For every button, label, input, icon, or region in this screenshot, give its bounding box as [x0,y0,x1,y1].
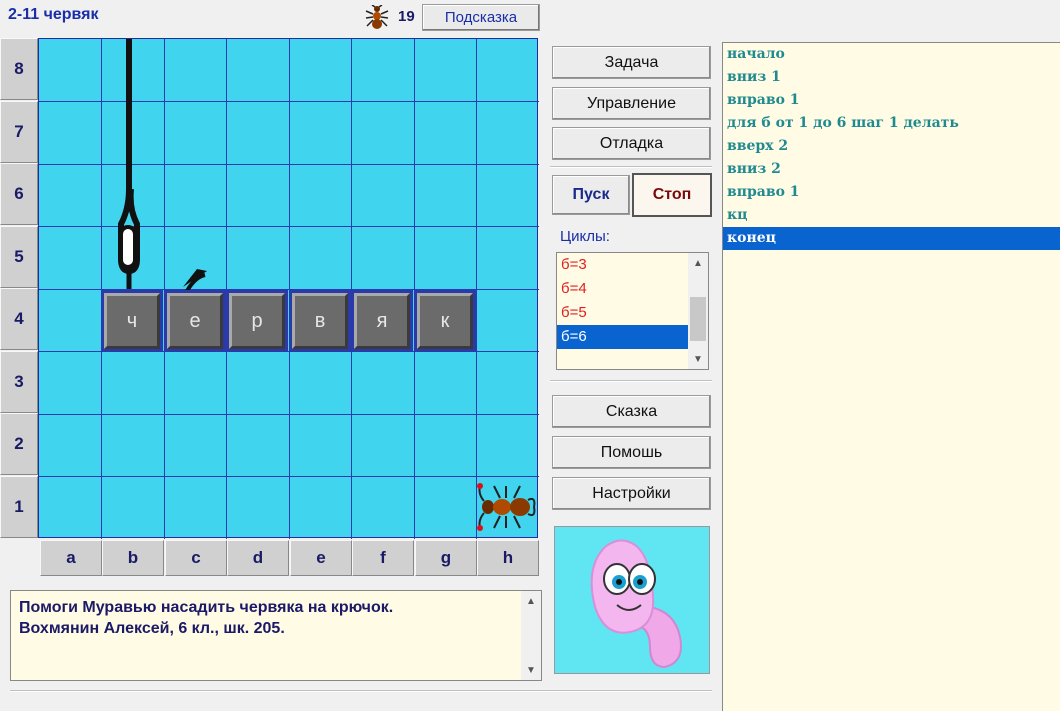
settings-button[interactable]: Настройки [552,477,711,510]
cycles-list[interactable]: б=3 б=4 б=5 б=6 ▲ ▼ [556,252,709,370]
debug-button[interactable]: Отладка [552,127,711,160]
col-label: a [40,540,102,576]
ant-icon [476,476,538,538]
code-line[interactable]: вправо 1 [723,89,1060,112]
board-grid[interactable]: ч е р в я к [38,38,539,539]
control-button[interactable]: Управление [552,87,711,120]
col-label: g [415,540,477,576]
code-line[interactable]: вверх 2 [723,135,1060,158]
scrollbar[interactable]: ▲ ▼ [521,591,541,680]
cycles-label: Циклы: [560,228,610,245]
code-line-selected[interactable]: конец [723,227,1060,250]
code-line[interactable]: начало [723,43,1060,66]
task-title: 2-11 червяк [8,6,99,23]
help-button[interactable]: Помошь [552,436,711,469]
row-label: 6 [0,163,38,225]
hint-button[interactable]: Подсказка [422,4,540,31]
scroll-up-icon[interactable]: ▲ [688,253,708,273]
row-label: 1 [0,476,38,538]
scroll-thumb[interactable] [690,297,706,341]
code-line[interactable]: вправо 1 [723,181,1060,204]
code-line[interactable]: вниз 1 [723,66,1060,89]
row-label: 2 [0,413,38,475]
description-text: Помоги Муравью насадить червяка на крючо… [19,599,394,637]
ant-icon [364,4,390,29]
letter-tile: к [414,290,476,352]
game-board: 8 7 6 5 4 3 2 1 a b c d e f g h ч е р в … [0,38,540,578]
list-item[interactable]: б=4 [557,277,688,301]
divider [10,690,712,692]
letter-tile: е [164,290,226,352]
col-label: b [102,540,164,576]
scrollbar[interactable]: ▲ ▼ [688,253,708,369]
col-label: e [290,540,352,576]
task-button[interactable]: Задача [552,46,711,79]
code-line[interactable]: для б от 1 до 6 шаг 1 делать [723,112,1060,135]
letter-tile: я [351,290,413,352]
col-label: f [352,540,414,576]
code-editor[interactable]: начало вниз 1 вправо 1 для б от 1 до 6 ш… [722,42,1060,711]
code-line[interactable]: кц [723,204,1060,227]
fishing-hook-icon [101,39,221,299]
worm-picture-panel [549,522,713,677]
row-label: 4 [0,288,38,350]
row-label: 3 [0,351,38,413]
divider [550,166,712,168]
scroll-down-icon[interactable]: ▼ [521,660,541,680]
col-label: c [165,540,227,576]
col-label: d [227,540,289,576]
col-label: h [477,540,539,576]
row-label: 7 [0,101,38,163]
scroll-down-icon[interactable]: ▼ [688,349,708,369]
letter-tile: в [289,290,351,352]
run-button[interactable]: Пуск [552,175,630,215]
letter-tile: ч [101,290,163,352]
list-item-selected[interactable]: б=6 [557,325,688,349]
description-box[interactable]: Помоги Муравью насадить червяка на крючо… [10,590,542,681]
worm-character-icon [554,526,710,674]
score-counter: 19 [398,8,415,25]
scroll-up-icon[interactable]: ▲ [521,591,541,611]
row-label: 5 [0,226,38,288]
row-label: 8 [0,38,38,100]
list-item[interactable]: б=5 [557,301,688,325]
tale-button[interactable]: Сказка [552,395,711,428]
letter-tile: р [226,290,288,352]
stop-button[interactable]: Стоп [632,173,712,217]
divider [550,380,712,382]
code-line[interactable]: вниз 2 [723,158,1060,181]
list-item[interactable]: б=3 [557,253,688,277]
